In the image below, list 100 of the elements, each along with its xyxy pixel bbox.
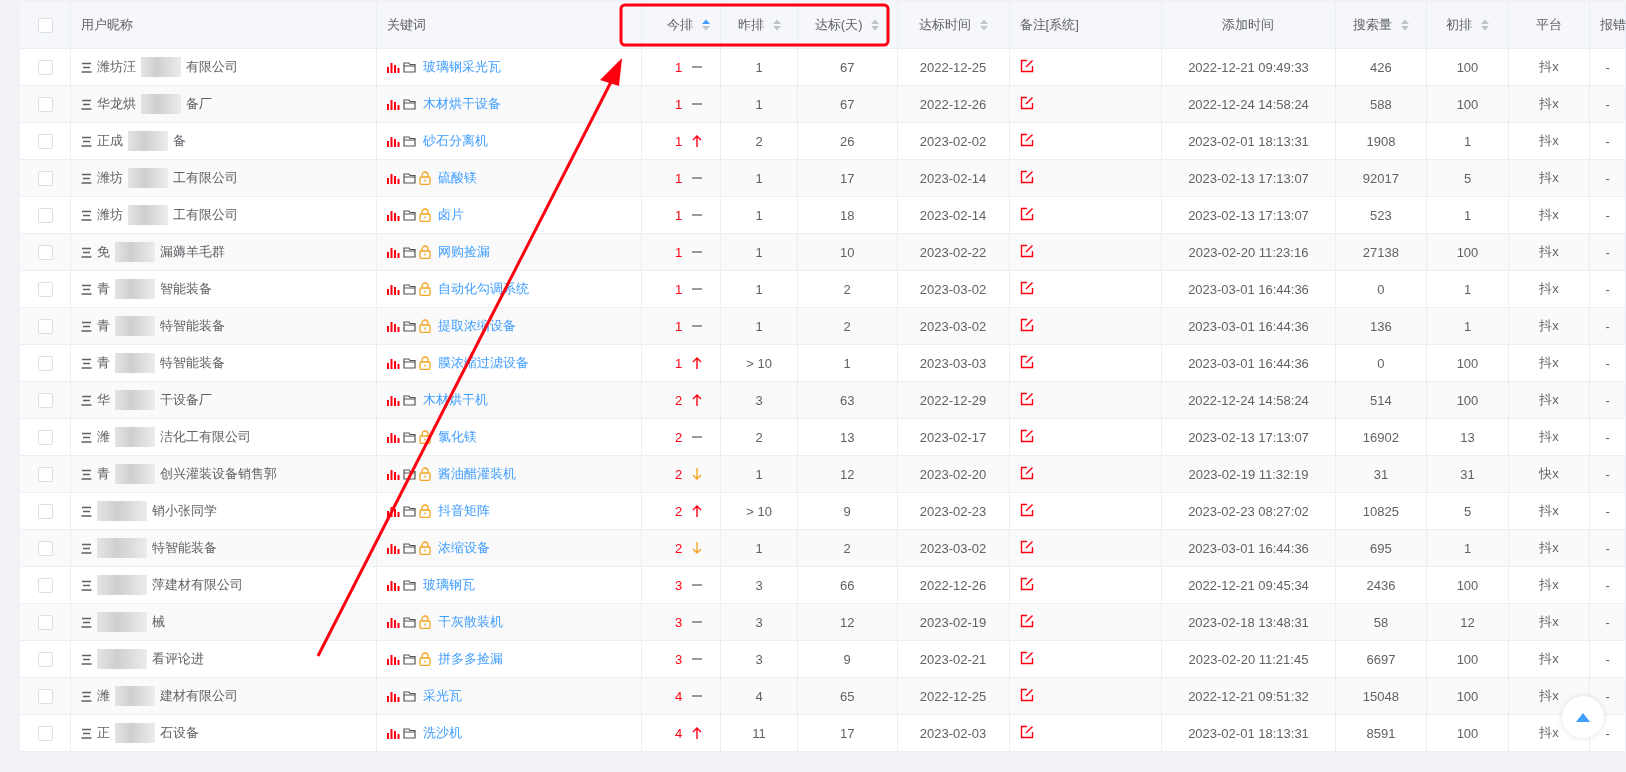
column-header[interactable]: 达标时间: [918, 16, 971, 34]
folder-icon[interactable]: [403, 653, 417, 665]
checkbox[interactable]: [37, 208, 53, 224]
lock-icon[interactable]: [419, 430, 432, 444]
checkbox[interactable]: [37, 504, 53, 520]
edit-icon[interactable]: [1019, 724, 1034, 739]
sort-icon[interactable]: [702, 19, 711, 31]
keyword-link[interactable]: 氯化镁: [438, 428, 478, 446]
checkbox[interactable]: [37, 97, 53, 113]
drag-handle-icon[interactable]: [81, 394, 93, 406]
folder-icon[interactable]: [403, 98, 417, 110]
edit-icon[interactable]: [1019, 243, 1034, 258]
keyword-link[interactable]: 砂石分离机: [423, 132, 489, 150]
folder-icon[interactable]: [403, 61, 417, 73]
bar-chart-icon[interactable]: [387, 579, 401, 591]
edit-icon[interactable]: [1019, 539, 1034, 554]
checkbox[interactable]: [37, 171, 53, 187]
bar-chart-icon[interactable]: [387, 61, 401, 73]
edit-icon[interactable]: [1019, 95, 1034, 110]
bar-chart-icon[interactable]: [387, 727, 401, 739]
bar-chart-icon[interactable]: [387, 135, 401, 147]
keyword-link[interactable]: 浓缩设备: [438, 539, 491, 557]
drag-handle-icon[interactable]: [81, 61, 93, 73]
bar-chart-icon[interactable]: [387, 172, 401, 184]
edit-icon[interactable]: [1019, 502, 1034, 517]
edit-icon[interactable]: [1019, 132, 1034, 147]
drag-handle-icon[interactable]: [81, 283, 93, 295]
column-header[interactable]: 今排: [667, 16, 694, 34]
checkbox[interactable]: [37, 319, 53, 335]
keyword-link[interactable]: 卤片: [438, 206, 465, 224]
bar-chart-icon[interactable]: [387, 542, 401, 554]
checkbox[interactable]: [37, 356, 53, 372]
edit-icon[interactable]: [1019, 280, 1034, 295]
folder-icon[interactable]: [403, 431, 417, 443]
folder-icon[interactable]: [403, 394, 417, 406]
bar-chart-icon[interactable]: [387, 505, 401, 517]
drag-handle-icon[interactable]: [81, 98, 93, 110]
folder-icon[interactable]: [403, 579, 417, 591]
checkbox[interactable]: [37, 18, 53, 34]
checkbox[interactable]: [37, 60, 53, 76]
folder-icon[interactable]: [403, 246, 417, 258]
checkbox[interactable]: [37, 282, 53, 298]
edit-icon[interactable]: [1019, 169, 1034, 184]
bar-chart-icon[interactable]: [387, 431, 401, 443]
column-header[interactable]: 达标(天): [814, 16, 863, 34]
bar-chart-icon[interactable]: [387, 468, 401, 480]
drag-handle-icon[interactable]: [81, 320, 93, 332]
checkbox[interactable]: [37, 578, 53, 594]
drag-handle-icon[interactable]: [81, 542, 93, 554]
keyword-link[interactable]: 硫酸镁: [438, 169, 478, 187]
folder-icon[interactable]: [403, 135, 417, 147]
bar-chart-icon[interactable]: [387, 616, 401, 628]
folder-icon[interactable]: [403, 727, 417, 739]
folder-icon[interactable]: [403, 357, 417, 369]
bar-chart-icon[interactable]: [387, 690, 401, 702]
edit-icon[interactable]: [1019, 613, 1034, 628]
folder-icon[interactable]: [403, 616, 417, 628]
drag-handle-icon[interactable]: [81, 357, 93, 369]
folder-icon[interactable]: [403, 320, 417, 332]
keyword-link[interactable]: 抖音矩阵: [438, 502, 491, 520]
bar-chart-icon[interactable]: [387, 653, 401, 665]
checkbox[interactable]: [37, 245, 53, 261]
edit-icon[interactable]: [1019, 650, 1034, 665]
column-header[interactable]: 用户昵称: [81, 16, 134, 34]
edit-icon[interactable]: [1019, 391, 1034, 406]
checkbox[interactable]: [37, 726, 53, 742]
checkbox[interactable]: [37, 541, 53, 557]
keyword-link[interactable]: 酱油醋灌装机: [438, 465, 517, 483]
keyword-link[interactable]: 玻璃钢采光瓦: [423, 58, 502, 76]
checkbox[interactable]: [37, 689, 53, 705]
edit-icon[interactable]: [1019, 687, 1034, 702]
drag-handle-icon[interactable]: [81, 468, 93, 480]
folder-icon[interactable]: [403, 468, 417, 480]
keyword-link[interactable]: 网购捡漏: [438, 243, 491, 261]
folder-icon[interactable]: [403, 505, 417, 517]
keyword-link[interactable]: 采光瓦: [423, 687, 463, 705]
edit-icon[interactable]: [1019, 354, 1034, 369]
bar-chart-icon[interactable]: [387, 209, 401, 221]
bar-chart-icon[interactable]: [387, 394, 401, 406]
drag-handle-icon[interactable]: [81, 431, 93, 443]
checkbox[interactable]: [37, 393, 53, 409]
checkbox[interactable]: [37, 430, 53, 446]
column-header[interactable]: 关键词: [387, 16, 427, 34]
drag-handle-icon[interactable]: [81, 579, 93, 591]
keyword-link[interactable]: 干灰散装机: [438, 613, 504, 631]
column-header[interactable]: 添加时间: [1222, 16, 1275, 34]
edit-icon[interactable]: [1019, 58, 1034, 73]
bar-chart-icon[interactable]: [387, 320, 401, 332]
keyword-link[interactable]: 洗沙机: [423, 724, 463, 742]
folder-icon[interactable]: [403, 209, 417, 221]
edit-icon[interactable]: [1019, 428, 1034, 443]
checkbox[interactable]: [37, 652, 53, 668]
keyword-link[interactable]: 玻璃钢瓦: [423, 576, 476, 594]
drag-handle-icon[interactable]: [81, 690, 93, 702]
keyword-link[interactable]: 木材烘干设备: [423, 95, 502, 113]
checkbox[interactable]: [37, 467, 53, 483]
bar-chart-icon[interactable]: [387, 246, 401, 258]
bar-chart-icon[interactable]: [387, 98, 401, 110]
column-header[interactable]: 初排: [1446, 16, 1472, 34]
checkbox[interactable]: [37, 134, 53, 150]
